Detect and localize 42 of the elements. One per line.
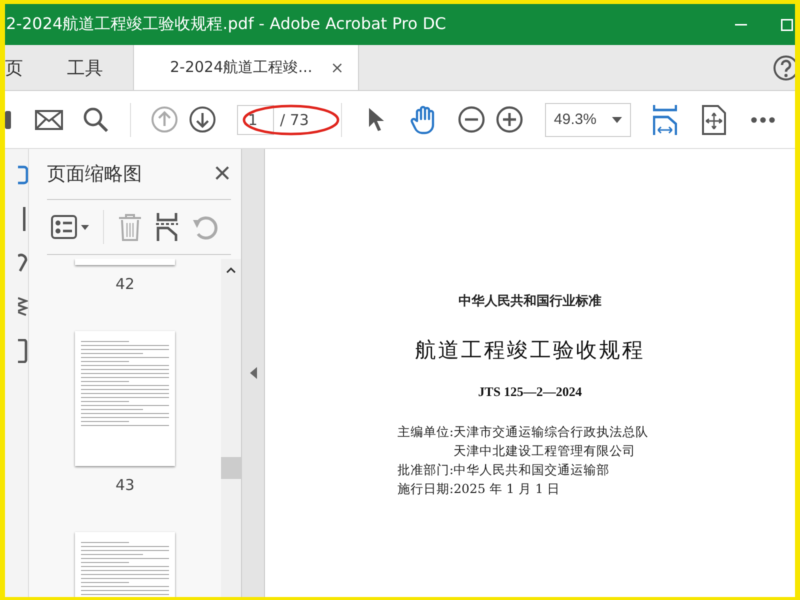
page-thumbnail[interactable] bbox=[75, 331, 175, 466]
window-title: 2-2024航道工程竣工验收规程.pdf - Adobe Acrobat Pro DC bbox=[5, 14, 448, 35]
field-value: 天津中北建设工程管理有限公司 bbox=[454, 442, 637, 460]
field-label: 施行日期: bbox=[397, 480, 454, 498]
page-number-label: 43 bbox=[115, 476, 135, 494]
close-icon[interactable]: × bbox=[330, 58, 344, 77]
field-value: 中华人民共和国交通运输部 bbox=[454, 461, 610, 479]
extract-page-icon[interactable] bbox=[156, 213, 178, 241]
help-icon[interactable] bbox=[773, 54, 795, 80]
page-total: / 73 bbox=[279, 110, 309, 128]
nav-tab[interactable]: 页 bbox=[5, 45, 35, 90]
minimize-icon[interactable] bbox=[735, 24, 747, 26]
scroll-up-icon[interactable] bbox=[226, 267, 236, 273]
more-icon[interactable] bbox=[750, 116, 775, 122]
close-button[interactable]: × bbox=[213, 159, 231, 189]
nav-tab[interactable]: 工具 bbox=[55, 45, 115, 90]
maximize-icon[interactable] bbox=[781, 18, 793, 30]
search-icon[interactable] bbox=[83, 106, 109, 132]
panel-title: 页面缩略图 bbox=[47, 162, 142, 187]
scroll-thumb[interactable] bbox=[221, 457, 241, 479]
cursor-icon[interactable] bbox=[368, 106, 386, 132]
standard-code: JTS 125—2—2024 bbox=[478, 384, 582, 400]
options-menu-icon[interactable] bbox=[51, 215, 89, 239]
page-number-label: 42 bbox=[115, 275, 135, 293]
document-tab[interactable]: 2-2024航道工程竣... × bbox=[133, 45, 359, 90]
page-thumbnail[interactable] bbox=[75, 259, 175, 265]
document-title: 航道工程竣工验收规程 bbox=[415, 337, 645, 364]
fit-width-icon[interactable] bbox=[652, 104, 677, 134]
collapse-arrow-icon[interactable] bbox=[250, 367, 256, 379]
field-value: 天津市交通运输综合行政执法总队 bbox=[454, 423, 649, 441]
field-label: 主编单位: bbox=[397, 423, 454, 441]
document-heading: 中华人民共和国行业标准 bbox=[458, 293, 602, 310]
caret-icon bbox=[612, 116, 622, 122]
down-arrow-icon[interactable] bbox=[189, 106, 216, 133]
zoom-dropdown[interactable]: 49.3% bbox=[544, 102, 631, 136]
zoom-in-icon[interactable] bbox=[496, 106, 523, 133]
mail-icon[interactable] bbox=[35, 110, 63, 130]
zoom-out-icon[interactable] bbox=[458, 106, 485, 133]
page-move-icon[interactable] bbox=[702, 104, 726, 134]
field-label: 批准部门: bbox=[397, 461, 454, 479]
field-value: 2025 年 1 月 1 日 bbox=[454, 480, 560, 498]
scrollbar[interactable] bbox=[221, 259, 241, 597]
